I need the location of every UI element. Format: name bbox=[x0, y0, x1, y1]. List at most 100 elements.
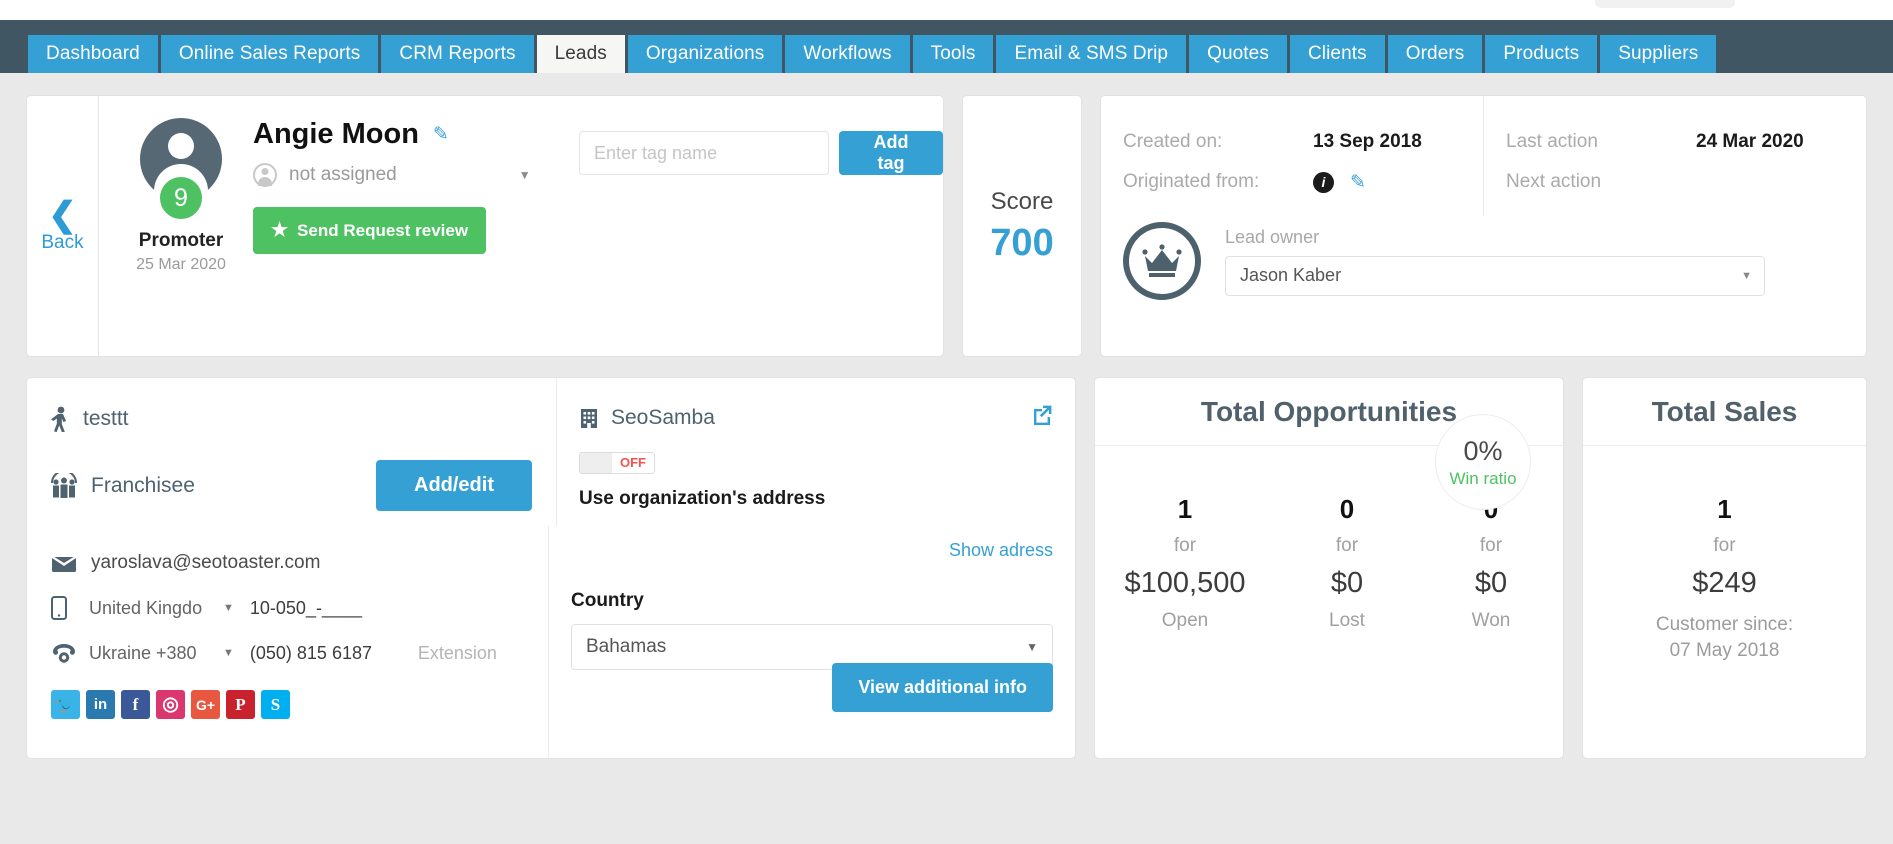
mobile-number-value[interactable]: 10-050_-____ bbox=[250, 598, 400, 619]
chevron-down-icon[interactable]: ▼ bbox=[223, 602, 234, 614]
email-value[interactable]: yaroslava@seotoaster.com bbox=[91, 552, 320, 574]
chevron-left-icon: ❮ bbox=[48, 196, 77, 234]
lost-amount: $0 bbox=[1330, 567, 1364, 599]
phone-row-landline: Ukraine +380 ▼ (050) 815 6187 Extension bbox=[51, 642, 548, 664]
pinterest-icon[interactable]: P bbox=[226, 690, 255, 719]
landline-number-value[interactable]: (050) 815 6187 bbox=[250, 643, 400, 664]
open-count: 1 bbox=[1177, 494, 1193, 524]
add-edit-button[interactable]: Add/edit bbox=[376, 460, 532, 511]
score-value: 700 bbox=[990, 221, 1054, 264]
edit-name-pencil-icon[interactable]: ✎ bbox=[433, 123, 449, 146]
user-avatar-icon bbox=[253, 163, 277, 187]
envelope-icon bbox=[52, 555, 76, 572]
tag-name-input[interactable] bbox=[579, 131, 829, 175]
view-additional-info-button[interactable]: View additional info bbox=[832, 663, 1053, 712]
nav-tab-organizations[interactable]: Organizations bbox=[627, 35, 783, 73]
use-org-address-toggle[interactable]: OFF bbox=[579, 452, 655, 474]
landline-country-value[interactable]: Ukraine +380 bbox=[89, 643, 219, 664]
nav-tab-dashboard[interactable]: Dashboard bbox=[28, 35, 158, 73]
organization-section: SeoSamba OFF Use organization's address bbox=[557, 378, 1075, 526]
chevron-down-icon: ▼ bbox=[1026, 640, 1038, 654]
info-icon[interactable]: i bbox=[1313, 171, 1334, 193]
extension-input[interactable]: Extension bbox=[418, 643, 497, 664]
win-ratio-value: 0% bbox=[1463, 435, 1503, 466]
twitter-icon[interactable]: 🐦 bbox=[51, 690, 80, 719]
created-on-row: Created on: 13 Sep 2018 bbox=[1123, 122, 1483, 162]
send-request-review-label: Send Request review bbox=[297, 220, 469, 240]
contact-type-section: testtt Franchisee Add/edit bbox=[27, 378, 557, 526]
lost-count: 0 bbox=[1339, 494, 1355, 524]
instagram-icon[interactable]: ◎ bbox=[156, 690, 185, 719]
nav-tab-quotes[interactable]: Quotes bbox=[1189, 35, 1287, 73]
browser-tab-stub bbox=[1595, 0, 1735, 8]
star-icon: ★ bbox=[271, 220, 289, 241]
nav-tab-tools[interactable]: Tools bbox=[912, 35, 994, 73]
nps-score-badge: 9 bbox=[157, 174, 205, 222]
googleplus-icon[interactable]: G+ bbox=[191, 690, 220, 719]
promoter-date: 25 Mar 2020 bbox=[136, 256, 226, 273]
won-amount: $0 bbox=[1474, 567, 1508, 599]
person-type-value: testtt bbox=[83, 407, 129, 430]
facebook-icon[interactable]: f bbox=[121, 690, 150, 719]
chevron-down-icon[interactable]: ▼ bbox=[519, 168, 531, 182]
originated-from-icons: i ✎ bbox=[1313, 171, 1366, 194]
opportunity-column-lost: 0 for $0 Lost bbox=[1275, 494, 1419, 632]
linkedin-icon[interactable]: in bbox=[86, 690, 115, 719]
won-for-label: for bbox=[1479, 535, 1503, 556]
nav-tab-workflows[interactable]: Workflows bbox=[785, 35, 910, 73]
total-opportunities-card: Total Opportunities 0% Win ratio 1 for $… bbox=[1094, 377, 1564, 759]
lead-owner-select[interactable]: Jason Kaber ▼ bbox=[1225, 255, 1765, 296]
send-request-review-button[interactable]: ★ Send Request review bbox=[253, 207, 487, 254]
mobile-phone-icon bbox=[51, 596, 89, 620]
use-org-address-toggle-row: OFF bbox=[579, 452, 1053, 478]
show-address-link[interactable]: Show adress bbox=[949, 540, 1053, 561]
nav-tab-suppliers[interactable]: Suppliers bbox=[1600, 35, 1717, 73]
telephone-icon bbox=[51, 642, 89, 664]
mobile-country-value[interactable]: United Kingdo bbox=[89, 598, 219, 619]
nav-tab-crm-reports[interactable]: CRM Reports bbox=[381, 35, 534, 73]
back-button-label: Back bbox=[41, 232, 84, 253]
contact-top: testtt Franchisee Add/edit SeoSamba OFF … bbox=[27, 378, 1075, 526]
total-sales-card: Total Sales 1 for $249 Customer since: 0… bbox=[1582, 377, 1867, 759]
avatar-column: 9 Promoter 25 Mar 2020 bbox=[127, 118, 235, 356]
franchisee-row: Franchisee Add/edit bbox=[49, 460, 556, 511]
toggle-state-label: OFF bbox=[612, 453, 654, 473]
edit-originated-pencil-icon[interactable]: ✎ bbox=[1350, 171, 1366, 194]
lost-for-label: for bbox=[1335, 535, 1359, 556]
social-links-row: 🐦 in f ◎ G+ P S bbox=[51, 690, 548, 719]
back-button[interactable]: ❮ Back bbox=[27, 96, 99, 356]
nav-tab-orders[interactable]: Orders bbox=[1387, 35, 1483, 73]
nav-tab-clients[interactable]: Clients bbox=[1289, 35, 1385, 73]
nav-tab-email-sms-drip[interactable]: Email & SMS Drip bbox=[996, 35, 1187, 73]
nav-tab-products[interactable]: Products bbox=[1485, 35, 1598, 73]
country-value: Bahamas bbox=[586, 636, 667, 657]
score-title: Score bbox=[990, 187, 1054, 215]
meta-col-created: Created on: 13 Sep 2018 Originated from:… bbox=[1101, 96, 1484, 216]
sales-amount: $249 bbox=[1692, 567, 1757, 599]
lead-profile-card: ❮ Back 9 Promoter 25 Mar 2020 Angie Moon… bbox=[26, 95, 944, 357]
skype-icon[interactable]: S bbox=[261, 690, 290, 719]
win-ratio-label: Win ratio bbox=[1449, 468, 1517, 488]
sales-body: 1 for $249 Customer since: 07 May 2018 bbox=[1583, 446, 1866, 662]
chevron-down-icon[interactable]: ▼ bbox=[223, 647, 234, 659]
nav-tab-online-sales-reports[interactable]: Online Sales Reports bbox=[160, 35, 379, 73]
nav-tab-leads[interactable]: Leads bbox=[536, 35, 625, 73]
opportunity-column-open: 1 for $100,500 Open bbox=[1095, 494, 1275, 632]
meta-top: Created on: 13 Sep 2018 Originated from:… bbox=[1101, 96, 1866, 216]
page-body: ❮ Back 9 Promoter 25 Mar 2020 Angie Moon… bbox=[0, 73, 1893, 844]
add-tag-button[interactable]: Add tag bbox=[839, 131, 943, 175]
lead-meta-card: Created on: 13 Sep 2018 Originated from:… bbox=[1100, 95, 1867, 357]
assigned-to-value: not assigned bbox=[289, 164, 397, 185]
use-org-address-label: Use organization's address bbox=[579, 488, 826, 509]
chevron-down-icon: ▼ bbox=[1741, 269, 1752, 282]
browser-top-strip bbox=[0, 0, 1893, 20]
address-section: Show adress Country Bahamas ▼ View addit… bbox=[549, 526, 1075, 758]
lead-detail-row: testtt Franchisee Add/edit SeoSamba OFF … bbox=[26, 377, 1867, 759]
external-link-icon[interactable] bbox=[1031, 404, 1053, 431]
contact-methods-section: yaroslava@seotoaster.com United Kingdo ▼… bbox=[27, 526, 549, 758]
opportunities-title: Total Opportunities bbox=[1200, 395, 1458, 427]
page-title: Angie Moon bbox=[253, 118, 419, 150]
tag-area: Add tag bbox=[579, 131, 943, 175]
lead-header-row: ❮ Back 9 Promoter 25 Mar 2020 Angie Moon… bbox=[26, 95, 1867, 357]
promoter-label: Promoter bbox=[138, 230, 224, 251]
